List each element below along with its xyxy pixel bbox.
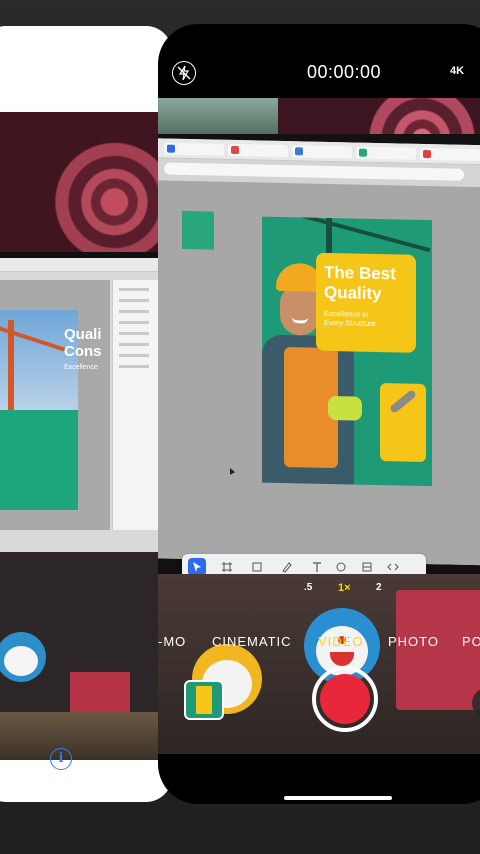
mode-portrait[interactable]: PO — [462, 634, 480, 649]
properties-panel — [112, 280, 160, 530]
record-button[interactable] — [312, 666, 378, 732]
left-poster-title: Quali Cons — [64, 326, 102, 360]
zoom-1x-button[interactable]: 1× — [338, 582, 351, 594]
resolution-badge[interactable]: 4K — [450, 65, 464, 77]
last-capture-thumbnail[interactable] — [184, 680, 224, 720]
code-tool-icon — [384, 558, 402, 574]
mode-video[interactable]: VIDEO — [318, 634, 363, 649]
zoom-0-5-button[interactable]: .5 — [304, 582, 312, 593]
poster-headline-box: The Best Quality Excellence in Every Str… — [316, 252, 416, 353]
home-indicator[interactable] — [284, 796, 392, 800]
address-bar — [164, 162, 464, 181]
mode-slo-mo[interactable]: -MO — [158, 634, 186, 649]
tool-card — [380, 383, 426, 463]
select-tool-icon — [188, 558, 206, 574]
camera-app-card[interactable]: The Best Quality Excellence in Every Str… — [158, 24, 480, 804]
monitor-photo: Quali Cons Excellence — [0, 252, 160, 552]
text-tool-icon — [308, 558, 326, 574]
app-switcher: Quali Cons Excellence i The Best Quality… — [0, 0, 480, 854]
rectangle-tool-icon — [248, 558, 266, 574]
poster-subtitle: Excellence in Every Structure — [324, 308, 376, 328]
left-poster-subtitle: Excellence — [64, 364, 98, 371]
frame-tool-icon — [218, 558, 236, 574]
editor-toolbar — [182, 554, 426, 574]
shelf — [0, 712, 172, 760]
browser-tab — [420, 147, 480, 162]
previous-app-card[interactable]: Quali Cons Excellence i — [0, 26, 172, 802]
camera-top-bar: 00:00:00 4K — [158, 24, 480, 98]
color-swatch — [182, 210, 214, 250]
recording-timer: 00:00:00 — [306, 62, 382, 82]
info-icon[interactable]: i — [50, 748, 72, 770]
mouse-cursor — [230, 468, 235, 475]
construction-poster: The Best Quality Excellence in Every Str… — [262, 216, 432, 487]
mode-cinematic[interactable]: CINEMATIC — [212, 634, 292, 649]
wrench-icon — [388, 389, 418, 415]
zoom-2x-button[interactable]: 2 — [376, 582, 382, 593]
camera-viewfinder[interactable]: The Best Quality Excellence in Every Str… — [158, 98, 480, 574]
previous-app-photo: Quali Cons Excellence — [0, 112, 172, 760]
resource-tool-icon — [358, 558, 376, 574]
browser-tab — [228, 143, 288, 158]
browser-tab — [164, 142, 224, 156]
editor-canvas: The Best Quality Excellence in Every Str… — [158, 180, 480, 566]
fabric-texture — [0, 112, 172, 262]
comment-tool-icon — [332, 558, 350, 574]
pen-tool-icon — [278, 558, 296, 574]
browser-tab-bar — [158, 138, 480, 166]
browser-tab — [292, 145, 352, 159]
camera-mode-picker: -MO CINEMATIC VIDEO PHOTO PO — [158, 634, 480, 654]
monitor-in-view: The Best Quality Excellence in Every Str… — [158, 134, 480, 574]
poster-title: The Best Quality — [324, 262, 396, 304]
design-editor-screen: The Best Quality Excellence in Every Str… — [158, 138, 480, 566]
doraemon-figure — [0, 632, 46, 682]
browser-tab — [356, 146, 416, 160]
zoom-selector: .5 1× 2 — [158, 580, 480, 600]
mode-photo[interactable]: PHOTO — [388, 634, 439, 649]
